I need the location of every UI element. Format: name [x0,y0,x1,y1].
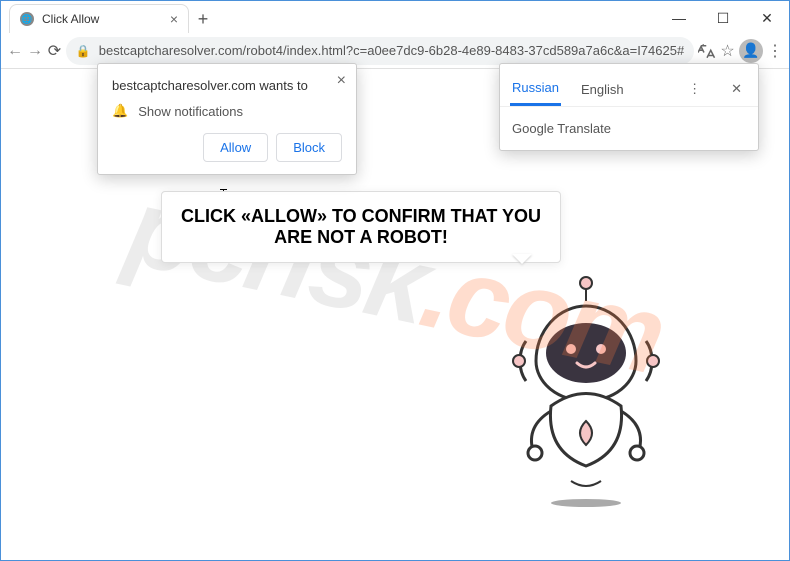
google-word: Google [512,121,554,136]
close-icon[interactable]: × [337,72,346,90]
translate-word: Translate [554,121,611,136]
maximize-button[interactable]: ☐ [701,3,745,33]
tab-title: Click Allow [42,12,99,26]
lock-icon: 🔒 [76,44,91,58]
headline-bubble: CLICK «ALLOW» TO CONFIRM THAT YOU ARE NO… [161,191,561,263]
translate-tab-russian[interactable]: Russian [510,72,561,106]
permission-origin: bestcaptcharesolver.com wants to [112,78,342,93]
allow-button[interactable]: Allow [203,133,268,162]
robot-shadow [551,499,621,507]
address-bar[interactable]: 🔒 bestcaptcharesolver.com/robot4/index.h… [66,37,694,65]
headline-text: CLICK «ALLOW» TO CONFIRM THAT YOU ARE NO… [181,206,541,247]
translate-brand: Google Translate [500,106,758,150]
menu-icon[interactable]: ⋮ [767,36,783,66]
bell-icon: 🔔 [112,103,128,119]
translate-close-icon[interactable]: ✕ [725,77,748,101]
translate-tab-english[interactable]: English [579,74,626,105]
translate-popup: Russian English ⋮ ✕ Google Translate [499,63,759,151]
block-button[interactable]: Block [276,133,342,162]
translate-menu-icon[interactable]: ⋮ [682,77,707,101]
forward-button: → [27,36,43,66]
permission-row: 🔔 Show notifications [112,103,342,119]
window-titlebar: 🌐 Click Allow × + — ☐ ✕ [1,1,789,33]
permission-label: Show notifications [138,104,243,119]
minimize-button[interactable]: — [657,3,701,33]
url-text: bestcaptcharesolver.com/robot4/index.htm… [99,43,684,58]
window-controls: — ☐ ✕ [657,3,789,33]
back-button[interactable]: ← [7,36,23,66]
reload-button[interactable]: ⟳ [47,36,62,66]
new-tab-button[interactable]: + [189,5,217,33]
translate-icon[interactable] [698,36,716,66]
profile-avatar[interactable]: 👤 [739,36,763,66]
close-window-button[interactable]: ✕ [745,3,789,33]
robot-illustration [481,271,691,501]
permission-dialog: × bestcaptcharesolver.com wants to 🔔 Sho… [97,63,357,175]
browser-tab[interactable]: 🌐 Click Allow × [9,4,189,33]
star-icon[interactable]: ☆ [720,36,735,66]
globe-icon: 🌐 [20,12,34,26]
close-tab-icon[interactable]: × [170,11,178,27]
